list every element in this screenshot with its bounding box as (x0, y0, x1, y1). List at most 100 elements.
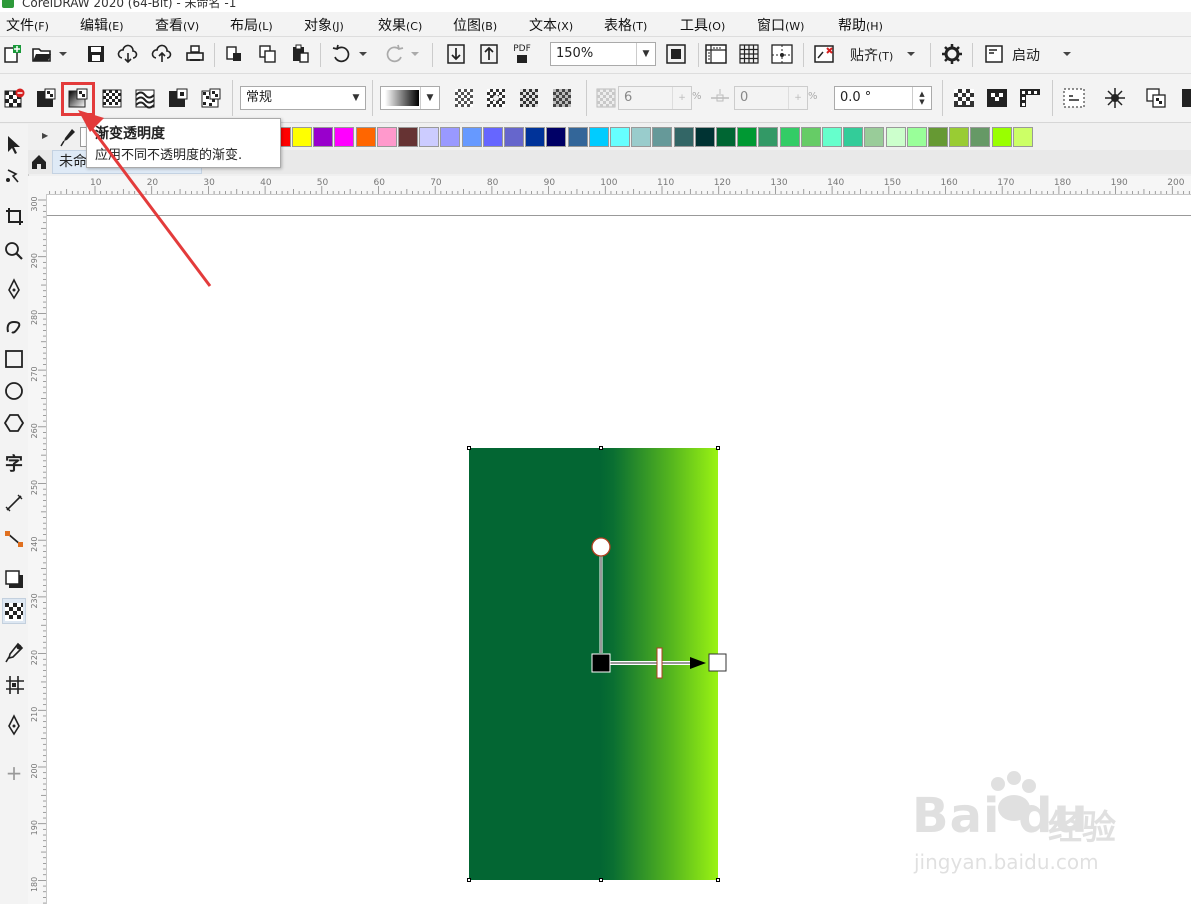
menu-view[interactable]: 查看(V) (155, 15, 199, 35)
parallel-dimension-tool-icon[interactable] (2, 490, 26, 516)
selection-handle[interactable] (599, 446, 603, 450)
crop-tool-icon[interactable] (2, 204, 26, 230)
end-node-white[interactable] (708, 653, 727, 672)
gradient-preview-chevron-icon[interactable]: ▼ (420, 87, 439, 109)
connector-tool-icon[interactable] (2, 526, 26, 552)
freehand-pen-tool-icon[interactable] (2, 276, 26, 302)
welcome-home-icon[interactable] (30, 153, 48, 175)
options-gear-icon[interactable] (940, 42, 964, 66)
selection-handle[interactable] (599, 878, 603, 882)
freeze-transparency-icon[interactable] (1062, 86, 1086, 110)
zoom-dropdown-chevron-icon[interactable]: ▼ (636, 43, 655, 65)
selection-handle[interactable] (467, 878, 471, 882)
artistic-media-tool-icon[interactable] (2, 312, 26, 338)
menu-table[interactable]: 表格(T) (604, 15, 647, 35)
add-tool-plus-icon[interactable]: + (2, 760, 26, 786)
launch-panel-icon[interactable] (982, 42, 1006, 66)
import-icon[interactable] (444, 42, 468, 66)
smart-fill-tool-icon[interactable] (2, 712, 26, 738)
rectangle-tool-icon[interactable] (2, 346, 26, 372)
selection-handle[interactable] (716, 878, 720, 882)
rotation-angle-input[interactable]: 0.0 ° ▲ ▼ (834, 86, 932, 110)
palette-expand-chevron-icon[interactable]: ▶ (42, 131, 48, 140)
gradient-preview-combo[interactable]: ▼ (380, 86, 440, 110)
node-position-input[interactable]: 0 + (734, 86, 808, 110)
apply-to-outline-icon[interactable] (985, 86, 1009, 110)
linear-fountain-transparency-icon[interactable] (452, 86, 476, 110)
polygon-tool-icon[interactable] (2, 410, 26, 436)
palette-swatch[interactable] (1012, 127, 1033, 147)
palette-swatch[interactable] (991, 127, 1012, 147)
zoom-tool-magnifier-icon[interactable] (2, 238, 26, 264)
menu-layout[interactable]: 布局(L) (230, 15, 273, 35)
node-transparency-input[interactable]: 6 + (618, 86, 692, 110)
palette-swatch[interactable] (546, 127, 567, 147)
ruler-origin[interactable] (28, 176, 47, 195)
eyedropper-tool-icon[interactable] (2, 640, 26, 666)
palette-swatch[interactable] (482, 127, 503, 147)
selection-handle[interactable] (467, 446, 471, 450)
palette-swatch[interactable] (885, 127, 906, 147)
menu-edit[interactable]: 编辑(E) (80, 15, 124, 35)
palette-swatch[interactable] (440, 127, 461, 147)
palette-swatch[interactable] (313, 127, 334, 147)
rotation-handle[interactable] (591, 537, 611, 557)
rotation-angle-spin-icon[interactable]: ▲ ▼ (912, 87, 931, 109)
palette-swatch[interactable] (334, 127, 355, 147)
menu-object[interactable]: 对象(J) (304, 15, 344, 35)
transparency-tool-icon[interactable] (2, 598, 26, 624)
palette-swatch[interactable] (567, 127, 588, 147)
palette-swatch[interactable] (398, 127, 418, 147)
edit-transparency-icon[interactable] (1103, 86, 1127, 110)
palette-swatch[interactable] (461, 127, 482, 147)
palette-swatch[interactable] (694, 127, 715, 147)
undo-dropdown-chevron-icon[interactable] (356, 42, 370, 66)
menu-tools[interactable]: 工具(O) (680, 15, 725, 35)
start-node-black[interactable] (591, 653, 611, 673)
copy-icon[interactable] (256, 42, 280, 66)
more-options-icon[interactable] (1180, 86, 1191, 110)
uniform-transparency-icon[interactable] (34, 86, 58, 110)
snap-to-menu[interactable]: 贴齐(T) (850, 45, 893, 65)
save-icon[interactable] (84, 42, 108, 66)
show-grid-icon[interactable] (737, 42, 761, 66)
launch-menu[interactable]: 启动 (1012, 45, 1040, 65)
cloud-upload-icon[interactable] (150, 42, 174, 66)
paste-icon[interactable] (288, 42, 312, 66)
zoom-level-combo[interactable]: 150% ▼ (550, 42, 656, 66)
menu-file[interactable]: 文件(F) (6, 15, 49, 35)
palette-swatch[interactable] (610, 127, 630, 147)
vertical-ruler[interactable]: 300 290 280 270 260 250 240 230 220 210 200 190 180 (28, 194, 47, 904)
palette-swatch[interactable] (716, 127, 736, 147)
snap-dropdown-chevron-icon[interactable] (904, 42, 918, 66)
elliptical-fountain-transparency-icon[interactable] (484, 86, 508, 110)
merge-mode-chevron-icon[interactable]: ▼ (347, 87, 365, 109)
palette-swatch[interactable] (631, 127, 652, 147)
palette-swatch[interactable] (355, 127, 376, 147)
text-tool-icon[interactable]: 字 (2, 450, 26, 476)
palette-swatch[interactable] (758, 127, 779, 147)
merge-mode-combo[interactable]: 常规 ▼ (240, 86, 366, 110)
undo-icon[interactable] (330, 42, 354, 66)
print-icon[interactable] (183, 42, 207, 66)
copy-transparency-icon[interactable] (1144, 86, 1168, 110)
menu-help[interactable]: 帮助(H) (838, 15, 883, 35)
snap-off-icon[interactable] (812, 42, 836, 66)
palette-swatch[interactable] (673, 127, 694, 147)
menu-effects[interactable]: 效果(C) (378, 15, 422, 35)
cloud-download-icon[interactable] (116, 42, 140, 66)
midpoint-slider[interactable] (656, 647, 663, 679)
palette-swatch[interactable] (504, 127, 524, 147)
show-rulers-icon[interactable] (704, 42, 728, 66)
interactive-fill-tool-icon[interactable] (2, 672, 26, 698)
import-settings-icon[interactable] (222, 42, 246, 66)
node-position-spin-icon[interactable]: + (788, 87, 807, 109)
shape-tool-icon[interactable] (2, 164, 26, 190)
show-guidelines-icon[interactable] (770, 42, 794, 66)
menu-text[interactable]: 文本(X) (529, 15, 573, 35)
palette-swatch[interactable] (970, 127, 991, 147)
palette-swatch[interactable] (588, 127, 609, 147)
palette-swatch[interactable] (525, 127, 546, 147)
rectangular-fountain-transparency-icon[interactable] (550, 86, 574, 110)
selection-handle[interactable] (716, 446, 720, 450)
